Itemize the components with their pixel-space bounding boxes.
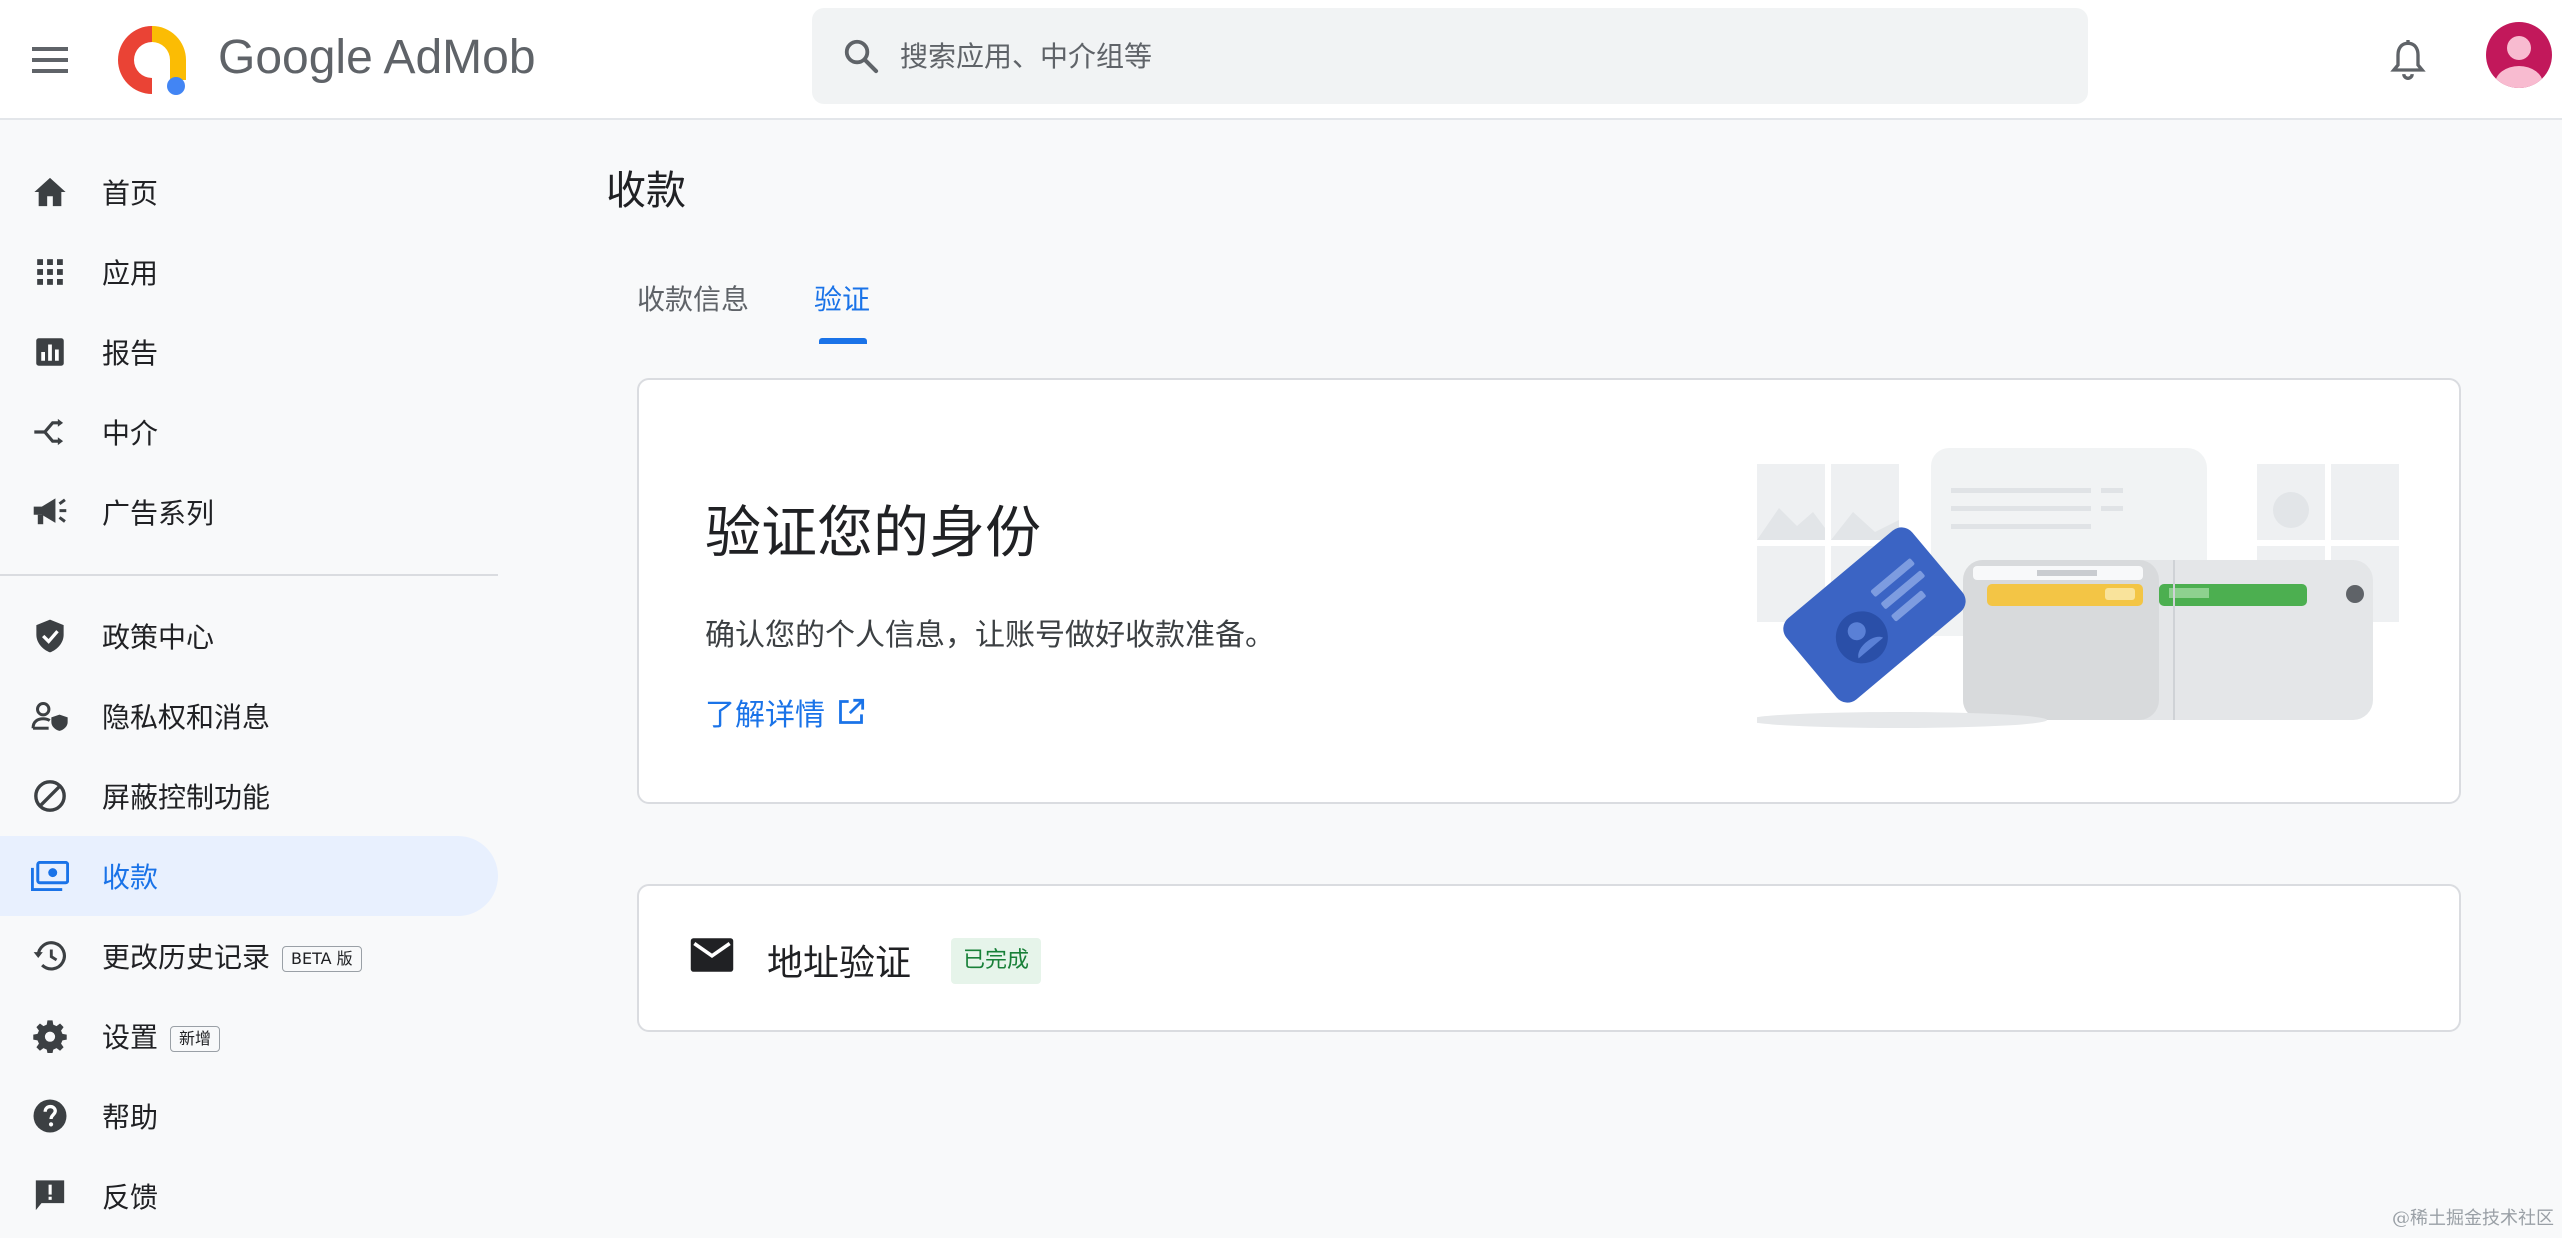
sidebar-divider: [0, 574, 498, 576]
tab-verification[interactable]: 验证: [814, 278, 870, 318]
brand-name: Google AdMob: [218, 31, 536, 84]
sidebar-item-label: 屏蔽控制功能: [102, 781, 271, 814]
sidebar-item-home[interactable]: 首页: [0, 152, 498, 232]
sidebar-item-label: 应用: [102, 257, 159, 290]
card-title: 验证您的身份: [705, 501, 1041, 566]
sidebar-item-reports[interactable]: 报告: [0, 312, 498, 392]
open-in-new-icon: [837, 697, 867, 727]
settings-gear-icon: [28, 1014, 72, 1058]
notifications-bell-icon[interactable]: [2380, 32, 2436, 88]
identity-wallet-illustration: [1747, 436, 2407, 736]
sidebar-item-help[interactable]: 帮助: [0, 1076, 498, 1156]
verify-identity-card: 验证您的身份 确认您的个人信息，让账号做好收款准备。 了解详情: [637, 378, 2461, 804]
sidebar-item-text: 设置: [102, 1021, 159, 1054]
sidebar-item-label: 广告系列: [102, 497, 215, 530]
feedback-icon: [28, 1174, 72, 1218]
mediation-icon: [28, 410, 72, 454]
sidebar-item-apps[interactable]: 应用: [0, 232, 498, 312]
menu-icon[interactable]: [26, 36, 74, 84]
beta-badge: BETA 版: [282, 946, 362, 972]
sidebar-item-change-history[interactable]: 更改历史记录 BETA 版: [0, 916, 498, 996]
active-tab-indicator: [819, 338, 867, 344]
avatar[interactable]: [2486, 22, 2552, 88]
address-verification-card[interactable]: 地址验证 已完成: [637, 884, 2461, 1032]
sidebar-item-campaigns[interactable]: 广告系列: [0, 472, 498, 552]
learn-more-label: 了解详情: [705, 698, 825, 733]
sidebar-item-label: 设置 新增: [102, 1016, 221, 1056]
search-input[interactable]: [898, 38, 2002, 74]
sidebar-item-label: 隐私权和消息: [102, 701, 271, 734]
sidebar-item-privacy[interactable]: 隐私权和消息: [0, 676, 498, 756]
campaign-megaphone-icon: [28, 490, 72, 534]
sidebar-item-settings[interactable]: 设置 新增: [0, 996, 498, 1076]
learn-more-link[interactable]: 了解详情: [705, 690, 867, 734]
sidebar-item-label: 更改历史记录 BETA 版: [102, 936, 362, 976]
sidebar-item-blocking-controls[interactable]: 屏蔽控制功能: [0, 756, 498, 836]
sidebar-item-label: 反馈: [102, 1181, 159, 1214]
sidebar-item-label: 首页: [102, 177, 159, 210]
admob-logo-icon[interactable]: [112, 20, 192, 100]
new-badge: 新增: [170, 1026, 221, 1052]
sidebar-nav: 首页 应用 报告 中介 广告系列 政策中心 隐私权和消息 屏蔽控制功能 收款 更…: [0, 120, 500, 1238]
tab-payment-info[interactable]: 收款信息: [637, 278, 749, 318]
status-badge: 已完成: [951, 938, 1042, 984]
privacy-person-icon: [28, 694, 72, 738]
help-icon: [28, 1094, 72, 1138]
sidebar-item-label: 收款: [102, 861, 159, 894]
watermark: @稀土掘金技术社区: [2392, 1208, 2554, 1229]
sidebar-item-text: 更改历史记录: [102, 941, 271, 974]
address-verification-label: 地址验证: [767, 943, 912, 984]
history-icon: [28, 934, 72, 978]
sidebar-item-label: 帮助: [102, 1101, 159, 1134]
sidebar-item-label: 政策中心: [102, 621, 215, 654]
apps-grid-icon: [28, 250, 72, 294]
block-icon: [28, 774, 72, 818]
sidebar-item-label: 报告: [102, 337, 159, 370]
sidebar-item-feedback[interactable]: 反馈: [0, 1156, 498, 1236]
home-icon: [28, 170, 72, 214]
sidebar-item-payments[interactable]: 收款: [0, 836, 498, 916]
search-bar[interactable]: [812, 8, 2088, 104]
mail-envelope-icon: [689, 936, 735, 982]
top-app-bar: Google AdMob: [0, 0, 2562, 120]
sidebar-item-mediation[interactable]: 中介: [0, 392, 498, 472]
payments-icon: [28, 854, 72, 898]
report-chart-icon: [28, 330, 72, 374]
sidebar-item-label: 中介: [102, 417, 159, 450]
policy-shield-icon: [28, 614, 72, 658]
page-title: 收款: [606, 168, 686, 214]
sidebar-item-policy-center[interactable]: 政策中心: [0, 596, 498, 676]
card-description: 确认您的个人信息，让账号做好收款准备。: [705, 618, 1275, 653]
search-icon: [838, 33, 884, 79]
